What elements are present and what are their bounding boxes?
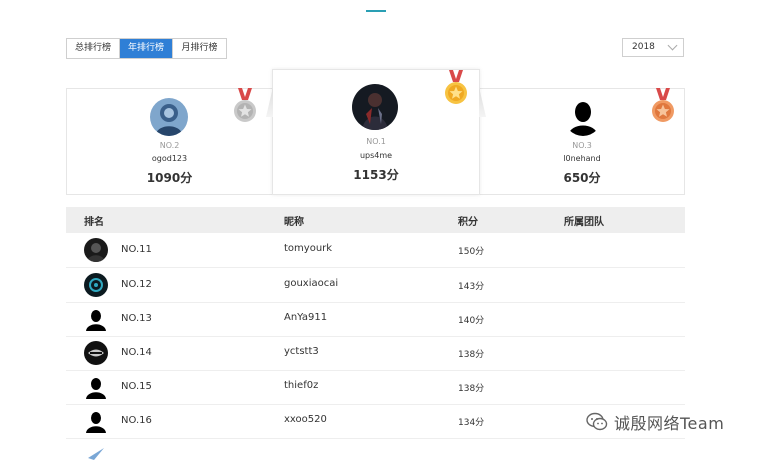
- podium-rank: NO.3: [572, 141, 592, 150]
- silver-medal-icon: [232, 88, 258, 124]
- podium-score: 1090分: [146, 171, 193, 185]
- podium-card-second: NO.2 ogod123 1090分: [66, 88, 273, 195]
- tab-monthly[interactable]: 月排行榜: [173, 39, 226, 58]
- avatar[interactable]: [84, 409, 108, 433]
- bronze-medal-icon: [650, 88, 676, 124]
- table-row[interactable]: NO.12 gouxiaocai 143分: [66, 268, 685, 303]
- podium-score: 1153分: [353, 168, 399, 182]
- table-row[interactable]: NO.11 tomyourk 150分: [66, 233, 685, 268]
- header-score: 积分: [458, 217, 478, 228]
- row-nickname[interactable]: tomyourk: [284, 243, 332, 254]
- podium-card-third: NO.3 l0nehand 650分: [479, 88, 685, 195]
- podium-nickname[interactable]: ups4me: [273, 151, 479, 160]
- row-score: 140分: [458, 316, 485, 326]
- row-nickname[interactable]: gouxiaocai: [284, 278, 338, 289]
- avatar[interactable]: [352, 84, 398, 130]
- row-score: 143分: [458, 282, 485, 292]
- year-select[interactable]: 2018: [622, 38, 684, 57]
- header-nickname: 昵称: [284, 217, 304, 228]
- watermark: 诚殷网络Team: [586, 411, 724, 433]
- row-nickname[interactable]: thief0z: [284, 380, 318, 391]
- avatar[interactable]: [84, 444, 108, 468]
- row-score: 134分: [458, 418, 485, 428]
- table-row[interactable]: NO.15 thief0z 138分: [66, 370, 685, 405]
- podium-rank: NO.1: [366, 137, 386, 146]
- wechat-icon: [586, 412, 608, 431]
- avatar[interactable]: [84, 341, 108, 365]
- year-select-value: 2018: [632, 42, 655, 52]
- podium-nickname[interactable]: l0nehand: [480, 154, 684, 163]
- avatar[interactable]: [150, 98, 188, 136]
- row-rank: NO.15: [121, 381, 152, 392]
- header-rank: 排名: [84, 217, 104, 228]
- table-row[interactable]: NO.13 AnYa911 140分: [66, 302, 685, 337]
- podium-nickname[interactable]: ogod123: [67, 154, 272, 163]
- row-score: 138分: [458, 384, 485, 394]
- avatar[interactable]: [564, 98, 602, 136]
- avatar[interactable]: [84, 307, 108, 331]
- table-row[interactable]: [66, 439, 685, 473]
- tab-yearly[interactable]: 年排行榜: [120, 39, 173, 58]
- row-nickname[interactable]: xxoo520: [284, 414, 327, 425]
- gold-medal-icon: [443, 70, 469, 106]
- podium-card-first: NO.1 ups4me 1153分: [266, 69, 486, 195]
- podium-rank: NO.2: [159, 141, 180, 150]
- table-row[interactable]: NO.14 yctstt3 138分: [66, 336, 685, 371]
- header-team: 所属团队: [564, 217, 604, 228]
- leaderboard-table-header: 排名 昵称 积分 所属团队: [66, 207, 685, 233]
- row-score: 138分: [458, 350, 485, 360]
- tab-overall[interactable]: 总排行榜: [67, 39, 120, 58]
- chevron-down-icon: [667, 40, 678, 51]
- avatar[interactable]: [84, 238, 108, 262]
- row-nickname[interactable]: yctstt3: [284, 346, 319, 357]
- watermark-text: 诚殷网络Team: [614, 414, 725, 433]
- avatar[interactable]: [84, 375, 108, 399]
- avatar[interactable]: [84, 273, 108, 297]
- row-score: 150分: [458, 247, 485, 257]
- row-rank: NO.16: [121, 415, 152, 426]
- row-rank: NO.11: [121, 244, 152, 255]
- podium-score: 650分: [563, 171, 601, 185]
- row-nickname[interactable]: AnYa911: [284, 312, 327, 323]
- row-rank: NO.13: [121, 313, 152, 324]
- row-rank: NO.12: [121, 279, 152, 290]
- row-rank: NO.14: [121, 347, 152, 358]
- leaderboard-tabs: 总排行榜 年排行榜 月排行榜: [66, 38, 227, 59]
- top-accent-bar: [366, 10, 386, 12]
